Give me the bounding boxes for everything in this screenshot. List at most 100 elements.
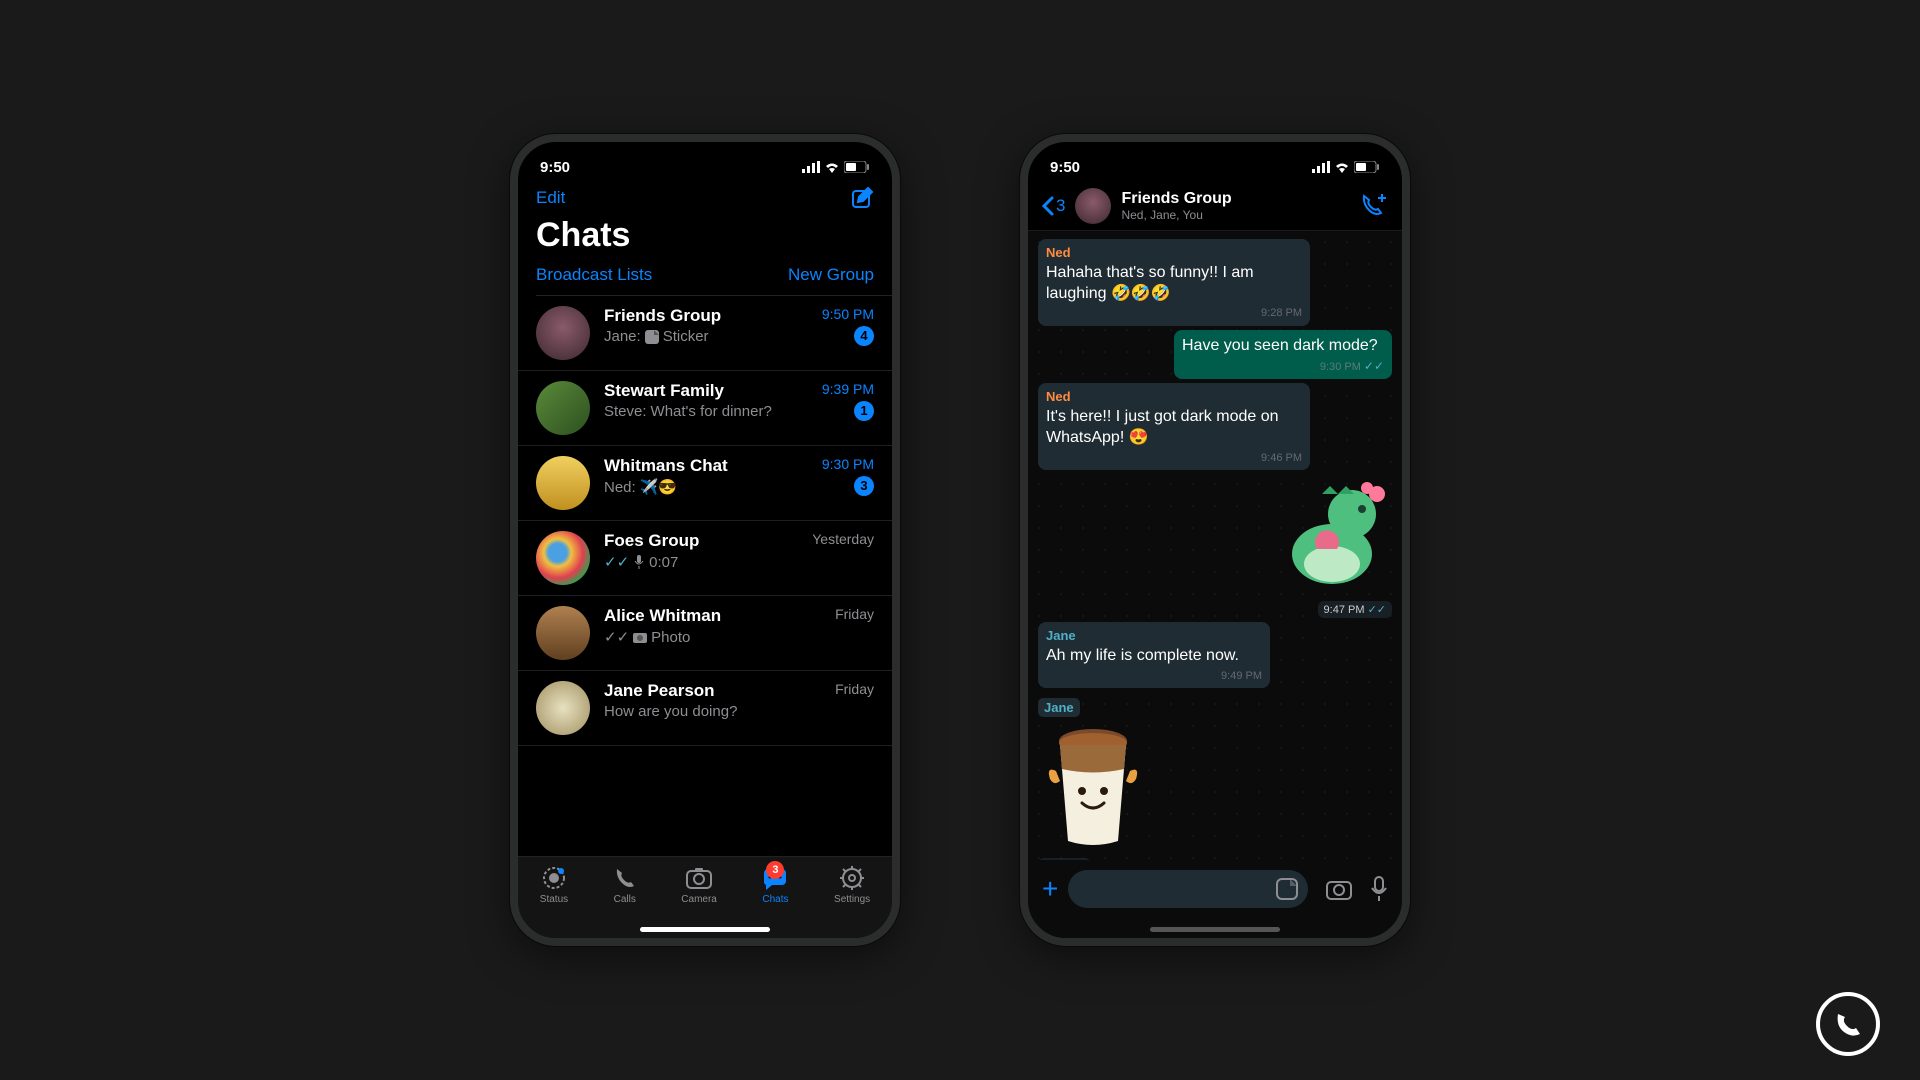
compose-icon[interactable] [850, 186, 874, 210]
message-sender: Ned [1046, 389, 1302, 406]
tab-label: Status [540, 894, 568, 905]
chat-time: 9:50 PM [822, 306, 874, 322]
chat-row-jane-pearson[interactable]: Jane Pearson How are you doing? Friday [518, 671, 892, 746]
chat-subtitle: How are you doing? [604, 703, 821, 720]
chat-subtitle: ✓✓ 0:07 [604, 553, 798, 571]
microphone-button-icon[interactable] [1370, 876, 1388, 902]
message-time: 9:49 PM [1046, 669, 1262, 683]
conversation-body[interactable]: Ned Hahaha that's so funny!! I am laughi… [1028, 231, 1402, 871]
tab-camera[interactable]: Camera [681, 865, 717, 905]
message-text: Hahaha that's so funny!! I am laughing 🤣… [1046, 264, 1254, 302]
cellular-icon [802, 161, 820, 173]
coffee-sticker-icon [1038, 721, 1148, 851]
avatar [536, 381, 590, 435]
status-icon [541, 865, 567, 891]
delivered-ticks-icon: ✓✓ [604, 628, 629, 646]
message-text: Ah my life is complete now. [1046, 647, 1239, 664]
tab-label: Chats [762, 894, 788, 905]
message-in-sticker[interactable]: Jane 9:50 PM [1038, 692, 1392, 871]
gear-icon [839, 865, 865, 891]
chat-time: 9:39 PM [822, 381, 874, 397]
message-out-sticker[interactable]: 9:47 PM ✓✓ [1262, 474, 1392, 618]
home-indicator[interactable] [640, 927, 770, 932]
message-text: Have you seen dark mode? [1182, 337, 1378, 354]
conversation-title: Friends Group [1121, 190, 1231, 208]
attach-button[interactable]: + [1042, 873, 1058, 905]
chat-subtitle: Ned: ✈️😎 [604, 478, 808, 496]
chat-row-foes-group[interactable]: Foes Group ✓✓ 0:07 Yesterday [518, 521, 892, 596]
read-ticks-icon: ✓✓ [604, 553, 629, 571]
sticker-picker-icon[interactable] [1276, 878, 1298, 900]
chat-subtitle: Jane: Sticker [604, 328, 808, 345]
chat-title: Foes Group [604, 531, 798, 551]
tab-bar: Status Calls Camera 3 Chats Settings [518, 856, 892, 938]
chat-title: Jane Pearson [604, 681, 821, 701]
phone-plus-icon [1360, 192, 1388, 216]
tab-chats[interactable]: 3 Chats [760, 865, 790, 905]
avatar [536, 531, 590, 585]
tab-label: Camera [681, 894, 717, 905]
phone-chat-list: 9:50 Edit Chats Broadcast Lists New Grou… [510, 134, 900, 946]
status-icons [1312, 161, 1380, 173]
sticker-icon [645, 330, 659, 344]
battery-icon [1354, 161, 1380, 173]
notch [1125, 142, 1305, 168]
new-group-button[interactable]: New Group [788, 265, 874, 285]
chat-subtitle: ✓✓ Photo [604, 628, 821, 646]
phone-conversation: 9:50 3 Friends Group Ned, Jane, You Ned … [1020, 134, 1410, 946]
read-ticks-icon: ✓✓ [1368, 604, 1386, 616]
chat-row-alice-whitman[interactable]: Alice Whitman ✓✓ Photo Friday [518, 596, 892, 671]
avatar [536, 306, 590, 360]
chat-list[interactable]: Friends Group Jane: Sticker 9:50 PM 4 St… [518, 296, 892, 834]
whatsapp-logo-icon [1816, 992, 1880, 1056]
message-time: 9:28 PM [1046, 306, 1302, 320]
avatar [536, 681, 590, 735]
avatar [536, 456, 590, 510]
camera-icon [685, 865, 713, 891]
home-indicator[interactable] [1150, 927, 1280, 932]
tab-label: Settings [834, 894, 870, 905]
tab-calls[interactable]: Calls [612, 865, 638, 905]
message-sender: Ned [1046, 245, 1302, 262]
avatar [536, 606, 590, 660]
message-sender: Jane [1046, 628, 1262, 645]
tab-label: Calls [614, 894, 636, 905]
status-icons [802, 161, 870, 173]
unread-badge: 3 [854, 476, 874, 496]
page-title: Chats [518, 210, 892, 265]
chat-row-whitmans-chat[interactable]: Whitmans Chat Ned: ✈️😎 9:30 PM 3 [518, 446, 892, 521]
chat-time: Friday [835, 681, 874, 697]
back-count: 3 [1056, 196, 1065, 216]
message-time: 9:30 PM✓✓ [1182, 359, 1384, 375]
tab-settings[interactable]: Settings [834, 865, 870, 905]
avatar[interactable] [1075, 188, 1111, 224]
phone-icon [612, 865, 638, 891]
chat-time: Yesterday [812, 531, 874, 547]
message-in[interactable]: Jane Ah my life is complete now. 9:49 PM [1038, 622, 1270, 688]
message-input[interactable] [1068, 870, 1308, 908]
wifi-icon [824, 161, 840, 173]
chat-row-stewart-family[interactable]: Stewart Family Steve: What's for dinner?… [518, 371, 892, 446]
chat-row-friends-group[interactable]: Friends Group Jane: Sticker 9:50 PM 4 [518, 296, 892, 371]
message-out[interactable]: Have you seen dark mode? 9:30 PM✓✓ [1174, 330, 1392, 379]
edit-button[interactable]: Edit [536, 188, 565, 208]
chat-time: 9:30 PM [822, 456, 874, 472]
add-call-button[interactable] [1360, 192, 1388, 221]
chevron-left-icon [1042, 196, 1054, 216]
camera-icon [633, 631, 647, 643]
message-time: 9:47 PM ✓✓ [1318, 601, 1392, 618]
unread-badge: 1 [854, 401, 874, 421]
message-in[interactable]: Ned Hahaha that's so funny!! I am laughi… [1038, 239, 1310, 326]
message-in[interactable]: Ned It's here!! I just got dark mode on … [1038, 383, 1310, 470]
battery-icon [844, 161, 870, 173]
unread-badge: 4 [854, 326, 874, 346]
message-text: It's here!! I just got dark mode on What… [1046, 408, 1279, 446]
chat-title: Stewart Family [604, 381, 808, 401]
status-time: 9:50 [540, 159, 570, 176]
broadcast-lists-button[interactable]: Broadcast Lists [536, 265, 652, 285]
tab-status[interactable]: Status [540, 865, 568, 905]
camera-button-icon[interactable] [1326, 878, 1352, 900]
conversation-title-block[interactable]: Friends Group Ned, Jane, You [1121, 190, 1231, 222]
chat-title: Friends Group [604, 306, 808, 326]
back-button[interactable]: 3 [1042, 196, 1065, 216]
